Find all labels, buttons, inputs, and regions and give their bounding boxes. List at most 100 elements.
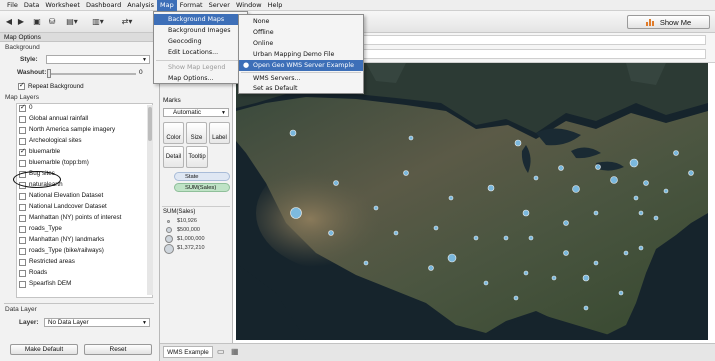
sales-marker[interactable] <box>473 235 479 241</box>
sales-marker[interactable] <box>523 270 529 276</box>
save-icon[interactable]: ▣ <box>32 16 42 27</box>
forward-icon[interactable]: ▶ <box>16 16 26 27</box>
layer-checkbox[interactable] <box>19 281 26 288</box>
layer-checkbox[interactable] <box>19 237 26 244</box>
color-button[interactable]: Color <box>163 122 184 144</box>
menu-window[interactable]: Window <box>233 0 265 11</box>
menu-item-background-maps[interactable]: Background Maps ▶ <box>154 14 247 25</box>
sales-marker[interactable] <box>638 245 644 251</box>
sales-marker[interactable] <box>514 139 522 147</box>
layer-checkbox[interactable] <box>19 193 26 200</box>
layer-checkbox[interactable] <box>19 103 26 112</box>
sum-sales-pill[interactable]: SUM(Sales) <box>174 183 230 192</box>
menu-format[interactable]: Format <box>177 0 206 11</box>
new-worksheet-icon[interactable]: ▤▾ <box>62 16 82 27</box>
new-dashboard-icon[interactable]: ▦ <box>231 347 239 356</box>
sales-marker[interactable] <box>408 135 414 141</box>
repeat-background-checkbox[interactable] <box>18 81 25 90</box>
menu-worksheet[interactable]: Worksheet <box>42 0 83 11</box>
submenu-item-online[interactable]: Online <box>239 38 363 49</box>
swap-icon[interactable]: ⇄▾ <box>114 16 140 27</box>
sales-marker[interactable] <box>363 260 369 266</box>
layer-checkbox[interactable] <box>19 147 26 156</box>
new-worksheet-icon[interactable]: ▭ <box>217 347 225 356</box>
sales-marker[interactable] <box>563 220 569 226</box>
mark-type-select[interactable]: Automatic ▼ <box>163 108 229 117</box>
sales-marker[interactable] <box>688 170 694 176</box>
make-default-button[interactable]: Make Default <box>10 344 78 355</box>
layer-checkbox[interactable] <box>19 127 26 134</box>
sales-marker[interactable] <box>503 235 509 241</box>
sales-marker[interactable] <box>572 185 580 193</box>
sales-marker[interactable] <box>447 253 457 263</box>
sales-marker[interactable] <box>563 250 569 256</box>
data-layer-select[interactable]: No Data Layer ▼ <box>44 318 150 327</box>
back-icon[interactable]: ◀ <box>4 16 14 27</box>
sales-marker[interactable] <box>373 205 379 211</box>
datasource-icon[interactable]: ⛁ <box>46 16 58 27</box>
submenu-item-offline[interactable]: Offline <box>239 27 363 38</box>
submenu-item-none[interactable]: None <box>239 16 363 27</box>
layer-checkbox[interactable] <box>19 259 26 266</box>
menu-server[interactable]: Server <box>206 0 233 11</box>
layer-checkbox[interactable] <box>19 270 26 277</box>
sales-marker[interactable] <box>618 290 624 296</box>
sales-marker[interactable] <box>328 230 334 236</box>
size-button[interactable]: Size <box>186 122 207 144</box>
layer-checkbox[interactable] <box>19 226 26 233</box>
layer-checkbox[interactable] <box>19 215 26 222</box>
chart-type-icon[interactable]: ▥▾ <box>84 16 112 27</box>
sales-marker[interactable] <box>623 250 629 256</box>
reset-button[interactable]: Reset <box>84 344 152 355</box>
sales-marker[interactable] <box>551 275 557 281</box>
sales-marker[interactable] <box>513 295 519 301</box>
sales-marker[interactable] <box>428 265 434 271</box>
submenu-item-open-geo-wms[interactable]: ● Open Geo WMS Server Example <box>239 60 363 71</box>
sales-marker[interactable] <box>483 280 489 286</box>
layers-scrollbar-thumb[interactable] <box>148 107 152 141</box>
sales-marker[interactable] <box>433 225 439 231</box>
layer-checkbox[interactable] <box>19 248 26 255</box>
washout-slider-track[interactable] <box>48 73 136 75</box>
sales-marker[interactable] <box>528 235 534 241</box>
menu-map[interactable]: Map <box>156 0 177 11</box>
menu-item-edit-locations[interactable]: Edit Locations... <box>154 47 247 58</box>
menu-data[interactable]: Data <box>21 0 43 11</box>
sales-marker[interactable] <box>487 184 495 192</box>
sales-marker[interactable] <box>593 260 599 266</box>
sales-marker[interactable] <box>653 215 659 221</box>
menu-item-map-options[interactable]: Map Options... <box>154 73 247 84</box>
sales-marker[interactable] <box>289 129 297 137</box>
sheet-tab-wms-example[interactable]: WMS Example <box>163 346 213 358</box>
sales-marker[interactable] <box>393 230 399 236</box>
map-view[interactable] <box>236 63 708 340</box>
layer-checkbox[interactable] <box>19 204 26 211</box>
sales-marker[interactable] <box>643 180 649 186</box>
washout-slider-thumb[interactable] <box>47 69 51 78</box>
sales-marker[interactable] <box>558 165 564 171</box>
sales-marker[interactable] <box>448 195 454 201</box>
show-me-button[interactable]: Show Me <box>627 15 710 29</box>
sales-marker[interactable] <box>582 274 590 282</box>
menu-item-background-images[interactable]: Background Images ▶ <box>154 25 247 36</box>
menu-dashboard[interactable]: Dashboard <box>83 0 124 11</box>
menu-help[interactable]: Help <box>265 0 286 11</box>
layer-checkbox[interactable] <box>19 116 26 123</box>
detail-button[interactable]: Detail <box>163 146 184 168</box>
sales-marker[interactable] <box>403 170 409 176</box>
menu-analysis[interactable]: Analysis <box>124 0 157 11</box>
layer-checkbox[interactable] <box>19 138 26 145</box>
sales-marker[interactable] <box>333 180 339 186</box>
submenu-item-urban-mapping[interactable]: Urban Mapping Demo File <box>239 49 363 60</box>
sales-marker[interactable] <box>522 209 530 217</box>
sales-marker[interactable] <box>610 176 618 184</box>
sales-marker[interactable] <box>673 150 679 156</box>
sales-marker[interactable] <box>595 164 601 170</box>
sales-marker[interactable] <box>583 305 589 311</box>
menu-item-geocoding[interactable]: Geocoding ▶ <box>154 36 247 47</box>
sales-marker[interactable] <box>663 188 669 194</box>
sales-marker[interactable] <box>533 175 539 181</box>
sales-marker[interactable] <box>629 158 639 168</box>
style-select[interactable]: ▼ <box>46 55 150 64</box>
sales-marker[interactable] <box>290 207 302 219</box>
